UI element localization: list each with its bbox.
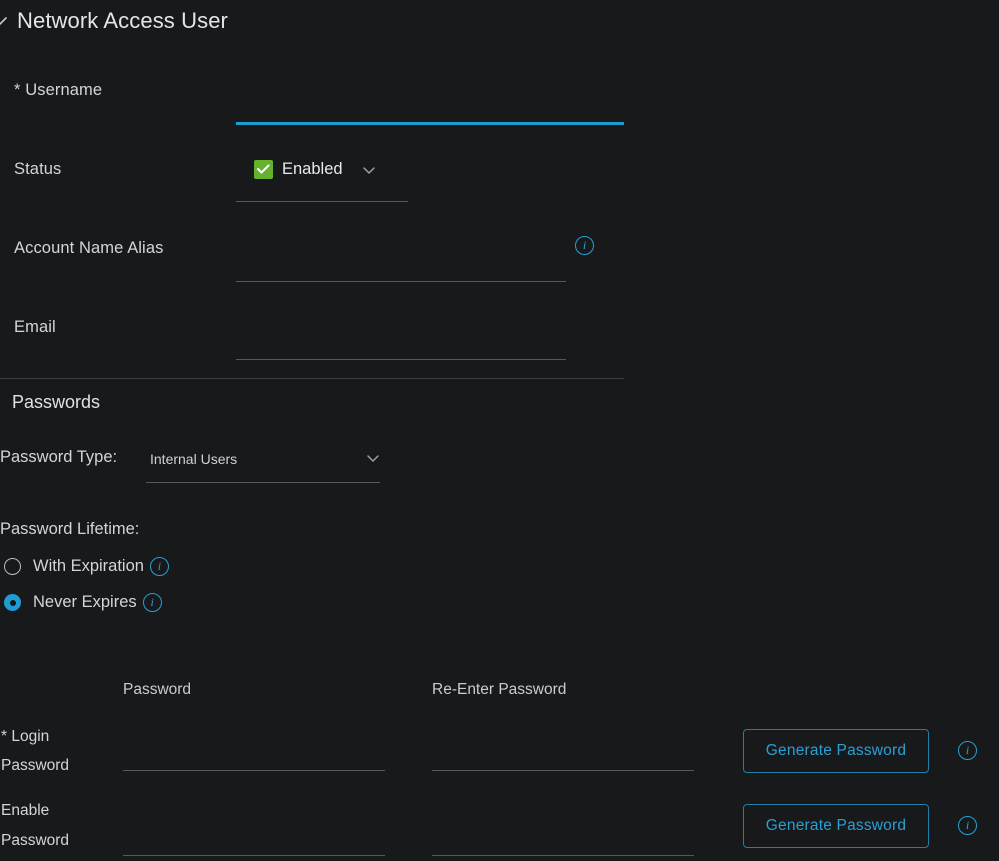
passwords-section-title: Passwords [12, 392, 101, 412]
status-underline [236, 201, 408, 202]
username-label: * Username [14, 81, 103, 99]
radio-with-expiration[interactable]: With Expiration i [4, 557, 169, 576]
with-expiration-info-icon[interactable]: i [149, 557, 169, 576]
section-header[interactable]: Network Access User [0, 8, 228, 34]
row-label-enable-password-line1: Enable [1, 802, 50, 819]
enable-password-underline [123, 855, 385, 856]
radio-label: Never Expires [33, 593, 137, 611]
row-label-login-password-line1: * Login [1, 728, 50, 745]
account-name-alias-underline [236, 281, 566, 282]
passwords-section-divider [0, 378, 624, 379]
username-underline [236, 122, 624, 125]
login-password-input[interactable] [123, 748, 385, 768]
status-checkbox[interactable] [254, 160, 273, 179]
chevron-down-icon[interactable] [365, 450, 381, 466]
email-input[interactable] [236, 335, 566, 355]
column-header-password: Password [123, 681, 192, 698]
enable-password-reenter-underline [432, 855, 694, 856]
enable-password-reenter-input[interactable] [432, 833, 694, 853]
chevron-down-icon[interactable] [361, 162, 377, 178]
password-type-underline [146, 482, 380, 483]
generate-enable-password-info-icon[interactable]: i [958, 816, 977, 835]
generate-login-password-info-icon[interactable]: i [958, 741, 977, 760]
radio-indicator[interactable] [4, 558, 21, 575]
account-name-alias-input[interactable] [236, 258, 566, 278]
row-label-login-password-line2: Password [1, 757, 70, 774]
email-label: Email [14, 318, 56, 336]
page-title: Network Access User [17, 8, 228, 33]
radio-indicator[interactable] [4, 594, 21, 611]
password-lifetime-label: Password Lifetime: [0, 520, 140, 538]
status-select[interactable]: Enabled [254, 160, 377, 179]
row-label-enable-password-line2: Password [1, 832, 70, 849]
never-expires-info-icon[interactable]: i [142, 593, 162, 612]
password-type-label: Password Type: [0, 448, 118, 466]
radio-label: With Expiration [33, 557, 144, 575]
username-input[interactable] [236, 110, 624, 130]
radio-never-expires[interactable]: Never Expires i [4, 593, 162, 612]
column-header-reenter-password: Re-Enter Password [432, 681, 567, 698]
account-name-alias-info-icon[interactable]: i [575, 236, 594, 255]
chevron-down-icon[interactable] [0, 10, 7, 32]
generate-login-password-button[interactable]: Generate Password [743, 729, 929, 773]
network-access-user-form: Network Access User * Username Status En… [0, 0, 999, 861]
status-value-text: Enabled [282, 160, 343, 178]
generate-enable-password-button[interactable]: Generate Password [743, 804, 929, 848]
password-type-value[interactable]: Internal Users [150, 451, 237, 467]
enable-password-input[interactable] [123, 833, 385, 853]
account-name-alias-label: Account Name Alias [14, 239, 164, 257]
email-underline [236, 359, 566, 360]
status-label: Status [14, 160, 62, 178]
login-password-reenter-input[interactable] [432, 748, 694, 768]
login-password-underline [123, 770, 385, 771]
login-password-reenter-underline [432, 770, 694, 771]
